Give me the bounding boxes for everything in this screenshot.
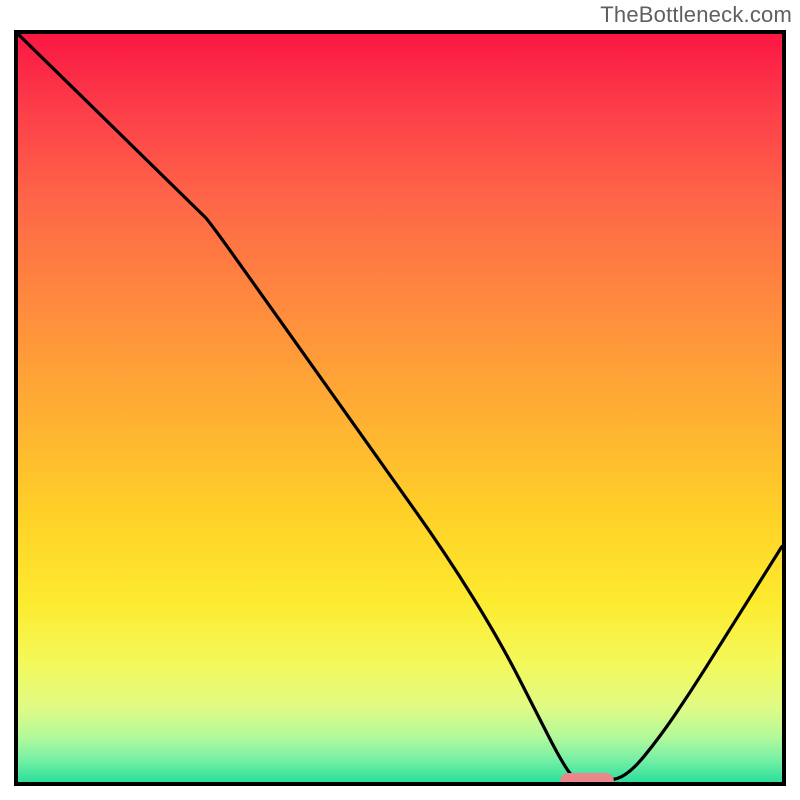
- highlight-marker: [560, 773, 613, 786]
- plot-area: [14, 30, 786, 786]
- watermark-text: TheBottleneck.com: [600, 2, 792, 28]
- line-curve: [18, 34, 782, 782]
- chart-container: TheBottleneck.com: [0, 0, 800, 800]
